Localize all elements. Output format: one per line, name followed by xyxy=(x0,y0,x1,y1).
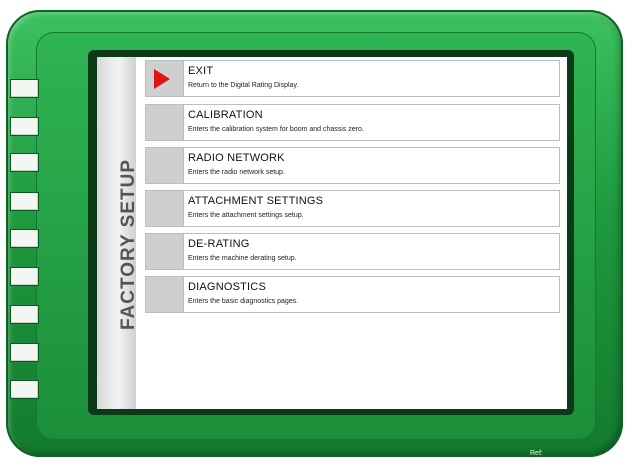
menu-item-description: Enters the basic diagnostics pages. xyxy=(188,298,299,305)
menu-item-thumb xyxy=(146,148,184,183)
menu-item-label: DE-RATING xyxy=(188,238,250,250)
menu-item-thumb xyxy=(146,277,184,312)
menu-item-label: ATTACHMENT SETTINGS xyxy=(188,195,324,207)
menu-item-thumb xyxy=(146,105,184,140)
side-button-5[interactable] xyxy=(10,229,39,248)
menu-item-description: Return to the Digital Rating Display. xyxy=(188,82,299,89)
side-button-4[interactable] xyxy=(10,192,39,211)
menu-item-thumb xyxy=(146,61,184,96)
menu-item-de-rating[interactable]: DE-RATING Enters the machine derating se… xyxy=(145,233,560,270)
ref-label: Ref: xyxy=(530,450,543,457)
side-button-7[interactable] xyxy=(10,305,39,324)
menu-item-description: Enters the radio network setup. xyxy=(188,169,285,176)
menu-item-label: DIAGNOSTICS xyxy=(188,281,266,293)
side-button-3[interactable] xyxy=(10,153,39,172)
menu-item-radio-network[interactable]: RADIO NETWORK Enters the radio network s… xyxy=(145,147,560,184)
menu-item-label: RADIO NETWORK xyxy=(188,152,285,164)
side-button-2[interactable] xyxy=(10,117,39,136)
menu-item-description: Enters the machine derating setup. xyxy=(188,255,297,262)
menu-item-description: Enters the calibration system for boom a… xyxy=(188,126,364,133)
menu-item-label: CALIBRATION xyxy=(188,109,263,121)
menu-item-attachment-settings[interactable]: ATTACHMENT SETTINGS Enters the attachmen… xyxy=(145,190,560,227)
selection-arrow-icon xyxy=(154,69,170,89)
menu-item-description: Enters the attachment settings setup. xyxy=(188,212,304,219)
menu-item-exit[interactable]: EXIT Return to the Digital Rating Displa… xyxy=(145,60,560,97)
side-button-6[interactable] xyxy=(10,267,39,286)
menu-item-label: EXIT xyxy=(188,65,214,77)
menu-item-diagnostics[interactable]: DIAGNOSTICS Enters the basic diagnostics… xyxy=(145,276,560,313)
menu-item-calibration[interactable]: CALIBRATION Enters the calibration syste… xyxy=(145,104,560,141)
side-button-1[interactable] xyxy=(10,79,39,98)
side-button-8[interactable] xyxy=(10,343,39,362)
menu-item-thumb xyxy=(146,191,184,226)
page-title: FACTORY SETUP xyxy=(118,158,139,330)
side-button-9[interactable] xyxy=(10,380,39,399)
menu-item-thumb xyxy=(146,234,184,269)
